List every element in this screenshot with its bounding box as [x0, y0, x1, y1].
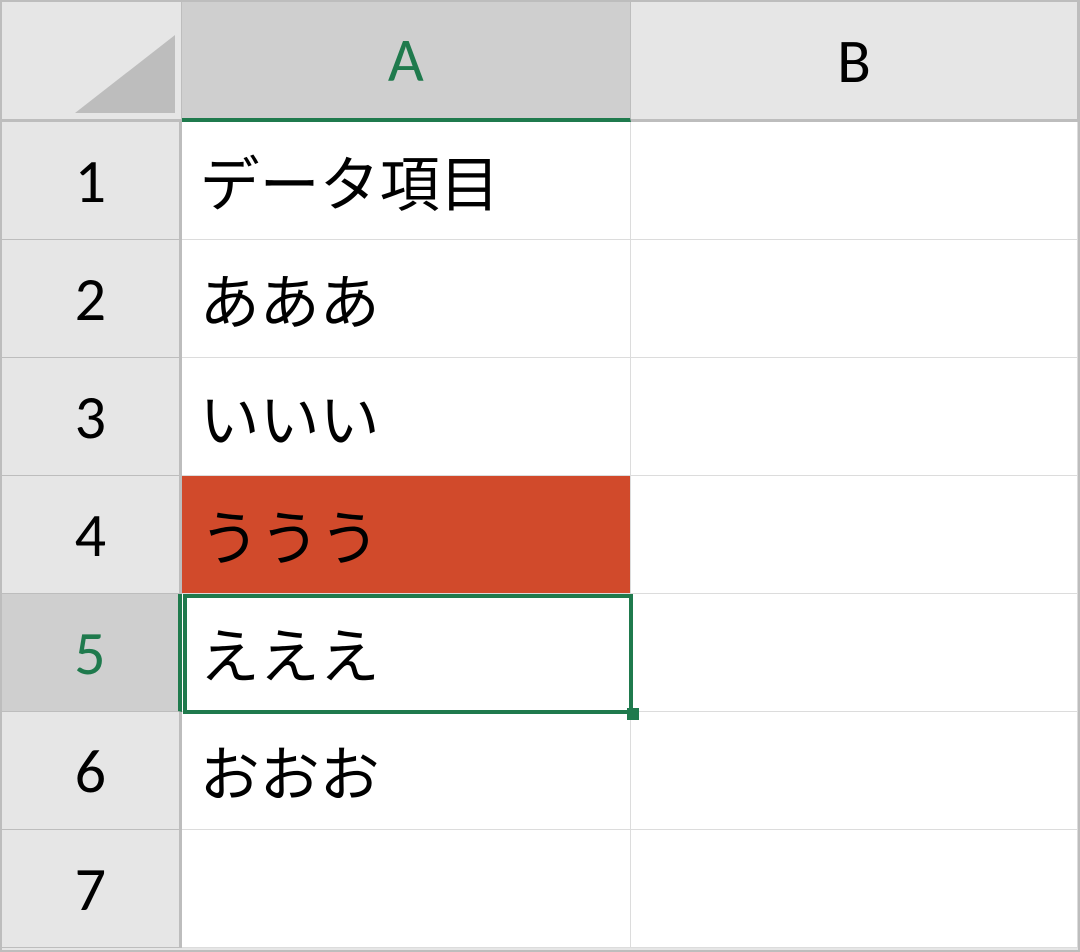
row-header-6[interactable]: 6 [2, 712, 182, 830]
cell-A5[interactable]: えええ [182, 594, 631, 712]
cell-A1[interactable]: データ項目 [182, 122, 631, 240]
cell-A3[interactable]: いいい [182, 358, 631, 476]
row-5: 5 えええ [2, 594, 1078, 712]
cell-A2[interactable]: あああ [182, 240, 631, 358]
cell-A6[interactable]: おおお [182, 712, 631, 830]
column-header-b[interactable]: B [631, 2, 1078, 122]
fill-handle[interactable] [627, 708, 639, 720]
row-header-1[interactable]: 1 [2, 122, 182, 240]
row-6: 6 おおお [2, 712, 1078, 830]
row-header-2[interactable]: 2 [2, 240, 182, 358]
cell-A7[interactable] [182, 830, 631, 948]
row-header-5[interactable]: 5 [2, 594, 182, 712]
row-7: 7 [2, 830, 1078, 948]
row-2: 2 あああ [2, 240, 1078, 358]
cell-B7[interactable] [631, 830, 1078, 948]
cell-B2[interactable] [631, 240, 1078, 358]
column-header-a[interactable]: A [182, 2, 631, 122]
cell-B3[interactable] [631, 358, 1078, 476]
cell-B5[interactable] [631, 594, 1078, 712]
cell-B4[interactable] [631, 476, 1078, 594]
grid-area: 1 データ項目 2 あああ 3 いいい 4 ううう 5 えええ [2, 122, 1078, 950]
cell-B1[interactable] [631, 122, 1078, 240]
cell-A4[interactable]: ううう [182, 476, 631, 594]
row-header-7[interactable]: 7 [2, 830, 182, 948]
select-all-triangle-icon [75, 35, 175, 113]
row-4: 4 ううう [2, 476, 1078, 594]
column-header-row: A B [2, 2, 1078, 122]
row-3: 3 いいい [2, 358, 1078, 476]
select-all-corner[interactable] [2, 2, 182, 122]
row-header-3[interactable]: 3 [2, 358, 182, 476]
spreadsheet-view: A B 1 データ項目 2 あああ 3 いいい 4 ううう 5 [0, 0, 1080, 952]
row-1: 1 データ項目 [2, 122, 1078, 240]
cell-B6[interactable] [631, 712, 1078, 830]
row-header-4[interactable]: 4 [2, 476, 182, 594]
